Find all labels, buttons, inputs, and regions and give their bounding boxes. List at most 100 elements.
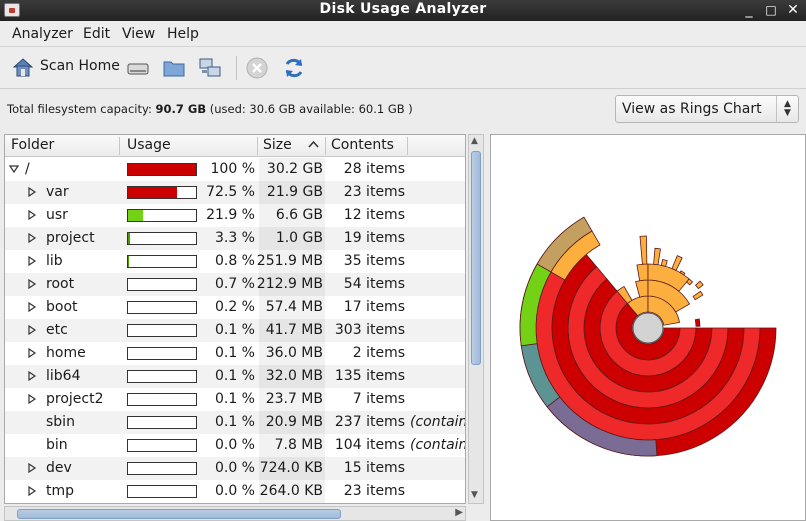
ring-segment-small-dir[interactable]: [639, 235, 648, 265]
tree-row[interactable]: usr 21.9 % 6.6 GB 12 items: [5, 204, 465, 227]
horizontal-scrollbar[interactable]: ▶: [4, 506, 466, 521]
horizontal-scroll-thumb[interactable]: [17, 509, 341, 519]
scan-folder-icon[interactable]: [162, 56, 186, 80]
tree-row[interactable]: lib 0.8 % 251.9 MB 35 items: [5, 250, 465, 273]
folder-contents: 17 items: [343, 299, 405, 315]
usage-percent: 100 %: [210, 161, 255, 177]
ring-segment-small-dir[interactable]: [671, 255, 683, 272]
folder-name: tmp: [46, 483, 75, 499]
column-separator: [119, 137, 120, 155]
folder-size: 724.0 KB: [259, 460, 323, 476]
column-contents[interactable]: Contents: [331, 137, 394, 153]
tree-row[interactable]: tmp 0.0 % 264.0 KB 23 items: [5, 480, 465, 503]
usage-bar: [127, 255, 197, 268]
tree-row[interactable]: project2 0.1 % 23.7 MB 7 items: [5, 388, 465, 411]
rings-chart-panel[interactable]: [490, 134, 806, 521]
ring-segment-small-dir[interactable]: [653, 247, 661, 266]
usage-bar: [127, 186, 197, 199]
folder-name: lib: [46, 253, 63, 269]
usage-bar-fill: [128, 210, 143, 221]
window-titlebar: Disk Usage Analyzer _ □ ✕: [0, 0, 806, 21]
stop-icon[interactable]: [245, 56, 269, 80]
expander-closed-icon[interactable]: [27, 371, 37, 381]
scroll-up-icon[interactable]: ▲: [471, 136, 481, 148]
pane-divider-handle[interactable]: [484, 300, 488, 350]
menu-help[interactable]: Help: [167, 26, 199, 42]
tree-row[interactable]: etc 0.1 % 41.7 MB 303 items: [5, 319, 465, 342]
tree-row[interactable]: home 0.1 % 36.0 MB 2 items: [5, 342, 465, 365]
ring-segment-small-dir[interactable]: [692, 290, 704, 301]
column-usage[interactable]: Usage: [127, 137, 171, 153]
folder-contents: 23 items: [343, 184, 405, 200]
usage-bar: [127, 232, 197, 245]
scan-remote-folder-icon[interactable]: [198, 56, 222, 80]
folder-name: dev: [46, 460, 72, 476]
tree-row[interactable]: lib64 0.1 % 32.0 MB 135 items: [5, 365, 465, 388]
usage-percent: 0.2 %: [214, 299, 255, 315]
scroll-right-icon[interactable]: ▶: [455, 507, 463, 518]
expander-closed-icon[interactable]: [27, 325, 37, 335]
vertical-scroll-thumb[interactable]: [471, 151, 481, 365]
folder-name: boot: [46, 299, 78, 315]
select-arrows-icon: ▲ ▼: [776, 96, 798, 122]
folder-tree: Folder Usage Size Contents / 100 % 30.2 GB…: [4, 134, 466, 504]
column-folder[interactable]: Folder: [11, 137, 54, 153]
folder-name: usr: [46, 207, 68, 223]
tree-row[interactable]: boot 0.2 % 57.4 MB 17 items: [5, 296, 465, 319]
ring-segment-small-dir[interactable]: [694, 318, 701, 327]
tree-row[interactable]: var 72.5 % 21.9 GB 23 items: [5, 181, 465, 204]
expander-closed-icon[interactable]: [27, 233, 37, 243]
tree-row[interactable]: / 100 % 30.2 GB 28 items: [5, 158, 465, 181]
expander-open-icon[interactable]: [9, 164, 19, 174]
tree-row[interactable]: root 0.7 % 212.9 MB 54 items: [5, 273, 465, 296]
expander-closed-icon[interactable]: [27, 394, 37, 404]
folder-size: 20.9 MB: [265, 414, 323, 430]
folder-size: 6.6 GB: [275, 207, 323, 223]
menu-analyzer[interactable]: Analyzer: [12, 26, 73, 42]
expander-closed-icon[interactable]: [27, 210, 37, 220]
usage-bar: [127, 278, 197, 291]
scroll-down-icon[interactable]: ▼: [471, 490, 481, 502]
ring-segment-usr-level3[interactable]: [636, 263, 649, 282]
menu-view[interactable]: View: [122, 26, 155, 42]
tree-row[interactable]: bin 0.0 % 7.8 MB 104 items (contain: [5, 434, 465, 457]
close-button[interactable]: ✕: [784, 1, 802, 19]
menu-edit[interactable]: Edit: [83, 26, 110, 42]
tree-header: Folder Usage Size Contents: [5, 135, 465, 157]
expander-closed-icon[interactable]: [27, 486, 37, 496]
expander-closed-icon[interactable]: [27, 256, 37, 266]
tree-row[interactable]: sbin 0.1 % 20.9 MB 237 items (contain: [5, 411, 465, 434]
ring-segment-usr-level2[interactable]: [635, 279, 649, 298]
column-separator: [407, 137, 408, 155]
tree-row[interactable]: dev 0.0 % 724.0 KB 15 items: [5, 457, 465, 480]
view-mode-select[interactable]: View as Rings Chart ▲ ▼: [615, 95, 799, 123]
expander-closed-icon[interactable]: [27, 302, 37, 312]
minimize-button[interactable]: _: [740, 1, 758, 19]
expander-closed-icon[interactable]: [27, 279, 37, 289]
vertical-scrollbar[interactable]: ▲ ▼: [468, 134, 484, 504]
usage-percent: 3.3 %: [214, 230, 255, 246]
maximize-button[interactable]: □: [762, 1, 780, 19]
folder-contents: 135 items: [334, 368, 405, 384]
folder-contents: 7 items: [352, 391, 405, 407]
refresh-icon[interactable]: [282, 56, 306, 80]
usage-bar-fill: [128, 187, 177, 198]
ring-segment-small-dir[interactable]: [660, 259, 668, 267]
scan-filesystem-icon[interactable]: [126, 56, 150, 80]
ring-segment-small-dir[interactable]: [694, 280, 704, 290]
folder-contents: 23 items: [343, 483, 405, 499]
expander-closed-icon[interactable]: [27, 348, 37, 358]
expander-closed-icon[interactable]: [27, 463, 37, 473]
folder-contents: 12 items: [343, 207, 405, 223]
scan-home-button[interactable]: Scan Home: [10, 54, 120, 82]
column-size[interactable]: Size: [263, 137, 292, 153]
expander-closed-icon[interactable]: [27, 187, 37, 197]
toolbar: Scan Home: [0, 47, 806, 89]
rings-center[interactable]: [632, 312, 664, 344]
usage-bar-fill: [128, 164, 196, 175]
rings-chart[interactable]: [491, 135, 806, 521]
usage-bar: [127, 439, 197, 452]
folder-size: 21.9 GB: [266, 184, 323, 200]
folder-name: etc: [46, 322, 68, 338]
tree-row[interactable]: project 3.3 % 1.0 GB 19 items: [5, 227, 465, 250]
